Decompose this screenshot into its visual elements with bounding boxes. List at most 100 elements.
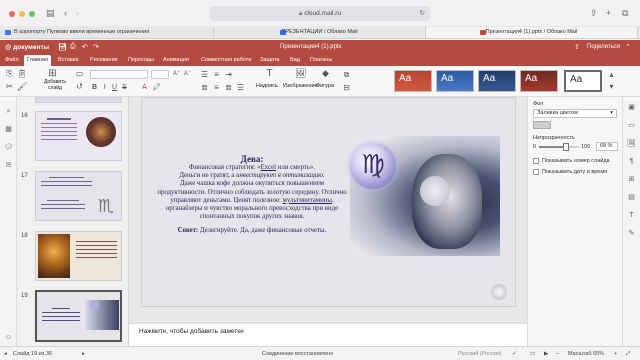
reload-icon[interactable]: ↻: [420, 6, 425, 21]
thumbnail-19-selected[interactable]: [35, 290, 122, 342]
slide-settings-icon[interactable]: ▣: [627, 103, 636, 112]
opacity-slider-track[interactable]: [539, 143, 579, 151]
font-grow-icon[interactable]: A⁺: [172, 70, 181, 79]
spellcheck-icon[interactable]: ✓: [512, 351, 517, 357]
paragraph-settings-icon[interactable]: ¶: [627, 157, 636, 166]
cut-icon[interactable]: ✂: [5, 82, 14, 91]
textbox-button[interactable]: Надпись: [256, 83, 278, 89]
bullets-icon[interactable]: ☰: [200, 70, 209, 79]
tab-document[interactable]: Презентация4 (1).pptx / Облако Mail: [426, 27, 638, 38]
menu-animation[interactable]: Анимация: [160, 55, 192, 66]
image-button[interactable]: Изображение: [283, 83, 318, 89]
thumbnail-16[interactable]: [35, 111, 122, 161]
signature-settings-icon[interactable]: ✎: [627, 229, 636, 238]
slides-icon[interactable]: ▦: [4, 125, 13, 134]
previous-slide-icon[interactable]: ◂: [4, 351, 7, 357]
shape-settings-icon[interactable]: ▭: [627, 121, 636, 130]
menu-file[interactable]: Файл: [2, 55, 22, 66]
search-icon[interactable]: ⌕: [4, 107, 13, 116]
tab-presentations[interactable]: ПРЕЗЕНТАЦИИ / Облако Mail: [214, 27, 426, 38]
theme-scroll-down-icon[interactable]: ▾: [607, 82, 616, 91]
underline-icon[interactable]: U: [110, 83, 119, 92]
play-slideshow-icon[interactable]: ▶: [544, 351, 548, 357]
align-center-icon[interactable]: ≡: [212, 83, 221, 92]
back-icon[interactable]: ‹: [64, 8, 67, 18]
italic-icon[interactable]: I: [100, 83, 109, 92]
menu-transitions[interactable]: Переходы: [125, 55, 157, 66]
fit-page-icon[interactable]: ⤢: [626, 351, 630, 358]
opacity-value-input[interactable]: 68 %: [596, 142, 618, 151]
save-icon[interactable]: 💾︎: [58, 43, 67, 51]
add-slide-icon[interactable]: ⊞: [48, 69, 57, 79]
reset-icon[interactable]: ↺: [75, 82, 84, 91]
image-settings-icon[interactable]: 🖼︎: [627, 139, 636, 148]
forward-icon[interactable]: ›: [76, 8, 79, 18]
thumbnail-15-partial[interactable]: [35, 97, 122, 103]
close-window-button[interactable]: [9, 11, 15, 17]
next-slide-icon[interactable]: ▸: [82, 351, 85, 357]
font-color-icon[interactable]: A: [140, 83, 149, 92]
share-icon[interactable]: ⇪: [590, 8, 598, 18]
tab-overview-icon[interactable]: ⧉: [622, 8, 628, 18]
menu-collaboration[interactable]: Совместная работа: [198, 55, 254, 66]
minimize-window-button[interactable]: [19, 11, 25, 17]
collapse-icon[interactable]: ⌃: [625, 43, 631, 51]
paste-icon[interactable]: 📋︎: [17, 69, 27, 78]
fill-color-picker[interactable]: [533, 121, 551, 129]
bold-icon[interactable]: B: [90, 83, 99, 92]
thumbnail-17[interactable]: ♏: [35, 171, 122, 221]
zoom-out-icon[interactable]: −: [556, 351, 559, 357]
opacity-slider-thumb[interactable]: [563, 143, 570, 151]
theme-scroll-up-icon[interactable]: ▴: [607, 70, 616, 79]
align-left-icon[interactable]: ≣: [200, 83, 209, 92]
arrange-icon[interactable]: ⧉: [342, 70, 351, 79]
print-icon[interactable]: ⎙: [70, 43, 76, 51]
slide-text-box[interactable]: Дева: Финансовая стратегия: «Excel или с…: [157, 154, 347, 236]
share-button[interactable]: Поделиться: [587, 44, 620, 50]
fill-type-select[interactable]: Заливка цветом ▾: [533, 109, 617, 118]
thumbnail-18[interactable]: [35, 231, 122, 281]
slide-19[interactable]: Дева: Финансовая стратегия: «Excel или с…: [141, 97, 516, 307]
add-slide-button[interactable]: Добавить слайд: [40, 79, 70, 91]
menu-plugins[interactable]: Плагины: [307, 55, 335, 66]
zoom-level[interactable]: Масштаб 65%: [568, 351, 604, 357]
font-shrink-icon[interactable]: A⁻: [183, 70, 192, 79]
notes-area[interactable]: Нажмите, чтобы добавить заметки: [129, 323, 527, 346]
theme-sample-3[interactable]: Aa: [478, 70, 516, 92]
normal-view-icon[interactable]: ▭: [530, 351, 535, 357]
indent-icon[interactable]: ⇥: [224, 70, 233, 79]
justify-icon[interactable]: ☰: [236, 83, 245, 92]
address-bar[interactable]: 🔒︎ cloud.mail.ru ↻: [210, 6, 430, 21]
highlight-icon[interactable]: 🖍︎: [152, 83, 161, 92]
theme-sample-1[interactable]: Aa: [394, 70, 432, 92]
excel-link[interactable]: Excel: [261, 164, 276, 171]
textbox-icon[interactable]: T: [265, 69, 274, 79]
table-settings-icon[interactable]: ⊞: [627, 175, 636, 184]
numbering-icon[interactable]: ≡: [212, 70, 221, 79]
redo-icon[interactable]: ↷: [93, 43, 99, 51]
shape-icon[interactable]: ◆: [321, 69, 330, 78]
sidebar-toggle-icon[interactable]: ▤: [46, 8, 55, 18]
chat-icon[interactable]: ✉: [4, 161, 13, 170]
menu-draw[interactable]: Рисование: [87, 55, 121, 66]
align-right-icon[interactable]: ≣: [224, 83, 233, 92]
share-icon[interactable]: ⇧: [574, 43, 580, 51]
font-size-select[interactable]: [151, 70, 169, 79]
align-objects-icon[interactable]: ⊟: [342, 83, 351, 92]
show-date-checkbox[interactable]: [533, 169, 539, 175]
language-indicator[interactable]: Русский (Россия): [458, 351, 502, 357]
feedback-icon[interactable]: ☺: [4, 333, 13, 342]
app-logo[interactable]: @ документы: [5, 44, 49, 51]
undo-icon[interactable]: ↶: [82, 43, 88, 51]
tab-news[interactable]: В аэропорту Пулково ввели временные огра…: [2, 27, 214, 38]
show-slide-number-checkbox[interactable]: [533, 158, 539, 164]
new-tab-icon[interactable]: +: [606, 8, 611, 18]
zoom-in-icon[interactable]: +: [614, 351, 617, 357]
layout-icon[interactable]: ▭: [75, 69, 84, 78]
menu-protection[interactable]: Защита: [257, 55, 283, 66]
format-painter-icon[interactable]: 🖌︎: [17, 82, 27, 91]
theme-sample-5[interactable]: Aa: [564, 70, 602, 92]
menu-insert[interactable]: Вставка: [55, 55, 81, 66]
shape-button[interactable]: Фигура: [316, 83, 334, 89]
menu-home[interactable]: Главная: [24, 55, 51, 66]
